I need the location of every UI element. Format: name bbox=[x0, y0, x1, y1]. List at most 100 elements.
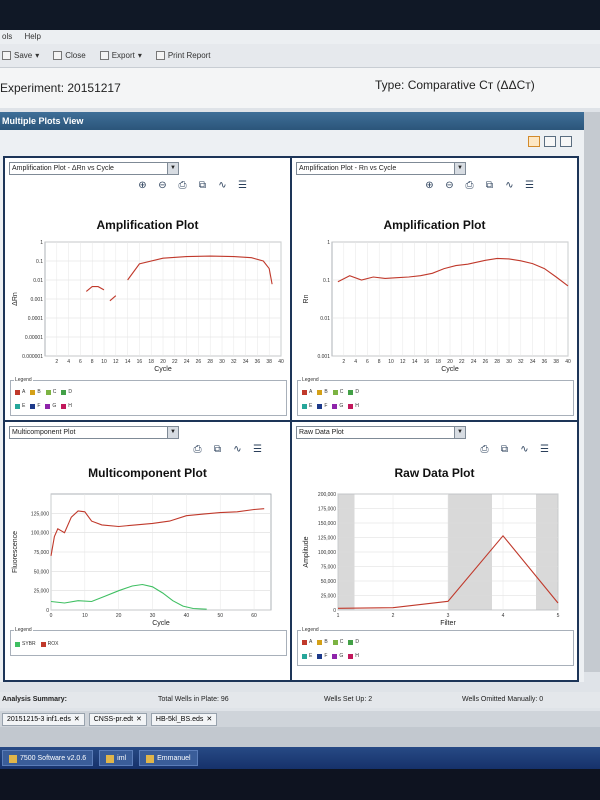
taskbar-folder-emmanuel[interactable]: Emmanuel bbox=[139, 750, 198, 766]
copy-icon[interactable]: ⧉ bbox=[196, 180, 209, 192]
zoom-in-icon[interactable]: ⊕ bbox=[423, 180, 436, 192]
y-tick-label: 0.001 bbox=[317, 354, 330, 360]
swatch bbox=[30, 389, 36, 395]
file-tab[interactable]: HB-5kl_BS.eds ✕ bbox=[150, 713, 218, 726]
legend-item-e[interactable]: E bbox=[302, 653, 312, 659]
y-axis-label: Fluorescence bbox=[12, 531, 19, 573]
legend-item-d[interactable]: D bbox=[61, 389, 72, 395]
list-icon[interactable]: ☰ bbox=[236, 180, 249, 192]
copy-icon[interactable]: ⧉ bbox=[211, 444, 224, 456]
print-icon[interactable]: ⎙ bbox=[191, 444, 204, 456]
legend-item-h[interactable]: H bbox=[348, 403, 359, 409]
legend-item-c[interactable]: C bbox=[45, 389, 56, 395]
legend-item-g[interactable]: G bbox=[332, 653, 343, 659]
file-tab-label: 20151215-3 inf1.eds bbox=[7, 716, 71, 723]
zoom-out-icon[interactable]: ⊖ bbox=[443, 180, 456, 192]
chevron-down-icon[interactable]: ▼ bbox=[454, 427, 465, 438]
close-icon[interactable]: ✕ bbox=[206, 714, 212, 725]
print-report-button[interactable]: Print Report bbox=[155, 51, 211, 60]
chart-settings-icon[interactable]: ∿ bbox=[216, 180, 229, 192]
taskbar-folder-iml[interactable]: iml bbox=[99, 750, 134, 766]
copy-icon[interactable]: ⧉ bbox=[498, 444, 511, 456]
taskbar: 7500 Software v2.0.6 iml Emmanuel bbox=[0, 747, 600, 769]
columns-layout-icon[interactable] bbox=[560, 136, 572, 147]
legend-item-d[interactable]: D bbox=[348, 389, 359, 395]
menu-tools[interactable]: ols bbox=[2, 32, 12, 41]
plot-type-dropdown[interactable]: Amplification Plot - Rn vs Cycle ▼ bbox=[296, 162, 466, 175]
list-icon[interactable]: ☰ bbox=[251, 444, 264, 456]
x-tick-label: 3 bbox=[447, 613, 450, 619]
print-icon[interactable]: ⎙ bbox=[478, 444, 491, 456]
chevron-down-icon[interactable]: ▼ bbox=[167, 427, 178, 438]
legend-item-f[interactable]: F bbox=[317, 403, 327, 409]
grid-layout-icon[interactable] bbox=[528, 136, 540, 147]
legend-item-f[interactable]: F bbox=[30, 403, 40, 409]
close-button[interactable]: Close bbox=[53, 51, 86, 60]
print-icon[interactable]: ⎙ bbox=[176, 180, 189, 192]
plot-type-dropdown[interactable]: Amplification Plot - ΔRn vs Cycle ▼ bbox=[9, 162, 179, 175]
legend-item-f[interactable]: F bbox=[317, 653, 327, 659]
dropdown-value: Amplification Plot - Rn vs Cycle bbox=[299, 165, 397, 172]
y-tick-label: 0.01 bbox=[33, 278, 43, 284]
print-icon[interactable]: ⎙ bbox=[463, 180, 476, 192]
legend-item-b[interactable]: B bbox=[317, 389, 328, 395]
legend-item-a[interactable]: A bbox=[302, 389, 312, 395]
x-tick-label: 10 bbox=[388, 359, 394, 365]
legend-item-a[interactable]: A bbox=[15, 389, 25, 395]
x-tick-label: 40 bbox=[184, 613, 190, 619]
y-tick-label: 175,000 bbox=[318, 507, 336, 513]
export-button[interactable]: Export ▾ bbox=[99, 51, 142, 60]
chevron-down-icon[interactable]: ▼ bbox=[454, 163, 465, 174]
legend-item-b[interactable]: B bbox=[317, 639, 328, 645]
chevron-down-icon[interactable]: ▼ bbox=[167, 163, 178, 174]
export-label: Export bbox=[111, 51, 135, 60]
list-icon[interactable]: ☰ bbox=[523, 180, 536, 192]
y-tick-label: 0.001 bbox=[30, 297, 43, 303]
close-icon[interactable]: ✕ bbox=[136, 714, 142, 725]
chart-settings-icon[interactable]: ∿ bbox=[518, 444, 531, 456]
analysis-summary-bar: Analysis Summary: Total Wells in Plate: … bbox=[0, 692, 600, 708]
zoom-in-icon[interactable]: ⊕ bbox=[136, 180, 149, 192]
x-tick-label: 0 bbox=[50, 613, 53, 619]
copy-icon[interactable]: ⧉ bbox=[483, 180, 496, 192]
x-tick-label: 10 bbox=[82, 613, 88, 619]
legend-item-b[interactable]: B bbox=[30, 389, 41, 395]
legend-item-sybr[interactable]: SYBR bbox=[15, 641, 36, 647]
chart-settings-icon[interactable]: ∿ bbox=[231, 444, 244, 456]
plot-type-dropdown[interactable]: Raw Data Plot ▼ bbox=[296, 426, 466, 439]
legend-item-g[interactable]: G bbox=[45, 403, 56, 409]
legend-item-e[interactable]: E bbox=[15, 403, 25, 409]
legend-label: E bbox=[22, 403, 26, 409]
legend-item-c[interactable]: C bbox=[332, 639, 343, 645]
legend-item-h[interactable]: H bbox=[348, 653, 359, 659]
chart-settings-icon[interactable]: ∿ bbox=[503, 180, 516, 192]
plot-type-dropdown[interactable]: Multicomponent Plot ▼ bbox=[9, 426, 179, 439]
file-tab[interactable]: CNSS-pr.edt ✕ bbox=[88, 713, 147, 726]
list-icon[interactable]: ☰ bbox=[538, 444, 551, 456]
menu-help[interactable]: Help bbox=[24, 32, 40, 41]
x-tick-label: 28 bbox=[207, 359, 213, 365]
swatch bbox=[332, 403, 338, 409]
x-tick-label: 5 bbox=[557, 613, 560, 619]
legend-item-c[interactable]: C bbox=[332, 389, 343, 395]
taskbar-app-7500[interactable]: 7500 Software v2.0.6 bbox=[2, 750, 94, 766]
x-axis-label: Cycle bbox=[154, 366, 172, 373]
plots-grid: Amplification Plot - ΔRn vs Cycle ▼ ⊕ ⊖ … bbox=[3, 156, 579, 682]
multicomponent-chart: 025,00050,00075,000100,000125,0000 10 20 30… bbox=[12, 493, 272, 627]
y-tick-label: 75,000 bbox=[321, 565, 337, 571]
vertical-scrollbar[interactable] bbox=[584, 112, 600, 672]
rows-layout-icon[interactable] bbox=[544, 136, 556, 147]
legend-item-rox[interactable]: ROX bbox=[40, 641, 58, 647]
y-tick-label: 200,000 bbox=[318, 492, 336, 498]
zoom-out-icon[interactable]: ⊖ bbox=[156, 180, 169, 192]
legend-item-g[interactable]: G bbox=[332, 403, 343, 409]
close-icon[interactable]: ✕ bbox=[74, 714, 80, 725]
legend-label: G bbox=[52, 403, 57, 409]
save-button[interactable]: Save ▾ bbox=[2, 51, 39, 60]
toolbar: Save ▾ Close Export ▾ Print Report bbox=[0, 44, 600, 68]
legend-item-h[interactable]: H bbox=[61, 403, 72, 409]
legend-item-d[interactable]: D bbox=[348, 639, 359, 645]
file-tab[interactable]: 20151215-3 inf1.eds ✕ bbox=[2, 713, 85, 726]
legend-item-a[interactable]: A bbox=[302, 639, 312, 645]
legend-item-e[interactable]: E bbox=[302, 403, 312, 409]
